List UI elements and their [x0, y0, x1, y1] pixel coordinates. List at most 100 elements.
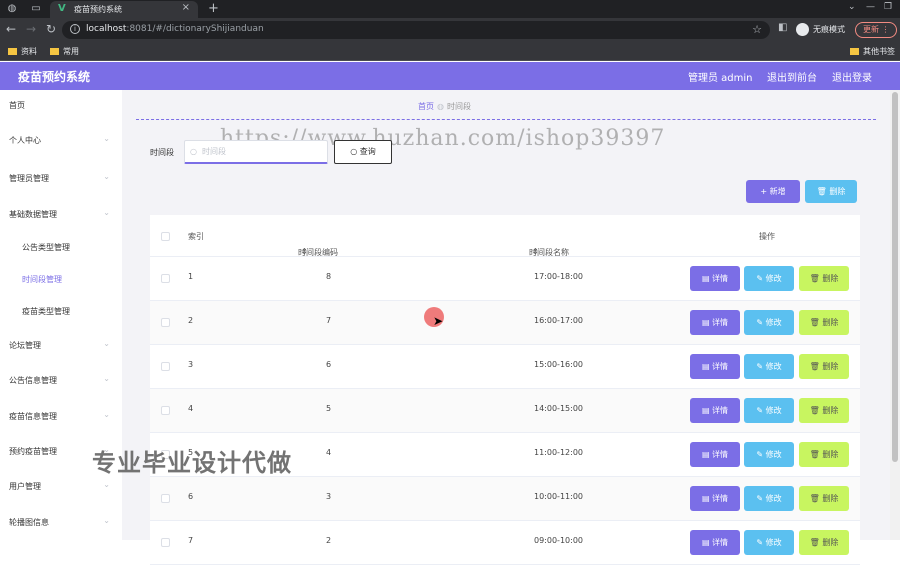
- sidebar-item-label: 公告类型管理: [22, 243, 70, 252]
- cell-name: 11:00-12:00: [534, 448, 583, 457]
- detail-button[interactable]: ▤ 详情: [690, 530, 740, 555]
- table-row[interactable]: 6 3 10:00-11:00 ▤ 详情 ✎ 修改 🗑 删除: [150, 477, 860, 521]
- cell-code: 6: [326, 360, 332, 369]
- edit-button[interactable]: ✎ 修改: [744, 398, 794, 423]
- delete-button[interactable]: 🗑 删除: [799, 354, 849, 379]
- row-checkbox[interactable]: [161, 538, 170, 547]
- folder-icon: [50, 48, 59, 55]
- sidebar-item-label: 预约疫苗管理: [9, 447, 57, 456]
- page-scrollbar[interactable]: [890, 90, 900, 540]
- scrollbar-thumb[interactable]: [892, 92, 898, 462]
- edit-button[interactable]: ✎ 修改: [744, 310, 794, 335]
- other-bookmarks[interactable]: 其他书签: [850, 46, 895, 57]
- restore-icon[interactable]: ❐: [884, 2, 892, 12]
- cell-name: 16:00-17:00: [534, 316, 583, 325]
- row-checkbox[interactable]: [161, 362, 170, 371]
- search-input[interactable]: [184, 140, 328, 164]
- sidebar-item[interactable]: 公告类型管理: [0, 237, 122, 257]
- bookmark-folder-0[interactable]: 资料: [8, 46, 37, 57]
- sidebar-item[interactable]: 管理员管理 ⌄: [0, 168, 122, 188]
- pencil-icon: ✎: [756, 494, 766, 503]
- delete-button[interactable]: 🗑 删除: [799, 266, 849, 291]
- table-row[interactable]: 3 6 15:00-16:00 ▤ 详情 ✎ 修改 🗑 删除: [150, 345, 860, 389]
- sort-icon[interactable]: ⇕: [532, 247, 539, 256]
- table-row[interactable]: 1 8 17:00-18:00 ▤ 详情 ✎ 修改 🗑 删除: [150, 257, 860, 301]
- site-info-icon[interactable]: i: [70, 24, 80, 34]
- tab-search-icon[interactable]: ▭: [30, 3, 42, 15]
- edit-button[interactable]: ✎ 修改: [744, 530, 794, 555]
- delete-button[interactable]: 🗑 删除: [799, 530, 849, 555]
- document-icon: ▤: [701, 362, 713, 371]
- sidebar-item[interactable]: 个人中心 ⌄: [0, 130, 122, 150]
- table-row[interactable]: 2 7 16:00-17:00 ▤ 详情 ✎ 修改 🗑 删除: [150, 301, 860, 345]
- chevron-down-icon: ⌄: [103, 410, 110, 419]
- sidebar-item[interactable]: 时间段管理: [0, 269, 122, 289]
- trash-icon: 🗑: [816, 187, 830, 196]
- sidebar-item[interactable]: 首页: [0, 95, 122, 115]
- select-all-checkbox[interactable]: [161, 232, 170, 241]
- trash-icon: 🗑: [809, 318, 823, 327]
- row-checkbox[interactable]: [161, 406, 170, 415]
- delete-button[interactable]: 🗑 删除: [799, 486, 849, 511]
- search-icon: ○: [350, 147, 360, 156]
- pencil-icon: ✎: [756, 538, 766, 547]
- sidebar-item-label: 轮播图信息: [9, 518, 49, 527]
- trash-icon: 🗑: [809, 538, 823, 547]
- address-bar[interactable]: i localhost:8081/#/dictionaryShijianduan…: [62, 21, 770, 39]
- batch-delete-button[interactable]: 🗑 删除: [805, 180, 857, 203]
- divider: [136, 119, 876, 120]
- detail-button[interactable]: ▤ 详情: [690, 398, 740, 423]
- chevron-down-icon: ⌄: [103, 516, 110, 525]
- breadcrumb-home[interactable]: 首页: [418, 102, 434, 111]
- logout-link[interactable]: 退出登录: [832, 69, 872, 84]
- delete-button[interactable]: 🗑 删除: [799, 442, 849, 467]
- sidebar-item[interactable]: 用户管理 ⌄: [0, 476, 122, 496]
- bookmark-star-icon[interactable]: ☆: [752, 23, 762, 36]
- chevron-down-icon[interactable]: ⌄: [848, 2, 856, 12]
- cell-code: 4: [326, 448, 332, 457]
- exit-to-frontend-link[interactable]: 退出到前台: [767, 69, 817, 84]
- sidebar-item[interactable]: 轮播图信息 ⌄: [0, 512, 122, 532]
- cell-index: 2: [188, 316, 194, 325]
- close-tab-icon[interactable]: ×: [182, 2, 190, 13]
- incognito-avatar-icon[interactable]: [796, 23, 809, 36]
- reload-icon[interactable]: ↻: [46, 22, 56, 36]
- browser-tab[interactable]: V 疫苗预约系统 ×: [50, 1, 198, 18]
- sidebar-item[interactable]: 基础数据管理 ⌄: [0, 204, 122, 224]
- table-row[interactable]: 4 5 14:00-15:00 ▤ 详情 ✎ 修改 🗑 删除: [150, 389, 860, 433]
- table-row[interactable]: 7 2 09:00-10:00 ▤ 详情 ✎ 修改 🗑 删除: [150, 521, 860, 565]
- cell-index: 3: [188, 360, 194, 369]
- back-icon[interactable]: ←: [6, 22, 16, 36]
- side-panel-icon[interactable]: ◧: [778, 22, 787, 33]
- sidebar-item[interactable]: 论坛管理 ⌄: [0, 335, 122, 355]
- detail-button[interactable]: ▤ 详情: [690, 354, 740, 379]
- bookmark-folder-1[interactable]: 常用: [50, 46, 79, 57]
- row-checkbox[interactable]: [161, 274, 170, 283]
- detail-button[interactable]: ▤ 详情: [690, 486, 740, 511]
- detail-button[interactable]: ▤ 详情: [690, 442, 740, 467]
- sidebar-item[interactable]: 公告信息管理 ⌄: [0, 370, 122, 390]
- sort-icon[interactable]: ⇕: [301, 247, 308, 256]
- new-tab-icon[interactable]: +: [208, 1, 219, 16]
- detail-button[interactable]: ▤ 详情: [690, 266, 740, 291]
- sidebar-item[interactable]: 疫苗信息管理 ⌄: [0, 406, 122, 426]
- minimize-icon[interactable]: —: [866, 2, 875, 12]
- query-button[interactable]: ○ 查询: [334, 140, 392, 164]
- forward-icon[interactable]: →: [26, 22, 36, 36]
- edit-button[interactable]: ✎ 修改: [744, 442, 794, 467]
- update-button[interactable]: 更新 ⋮: [855, 22, 897, 38]
- sidebar-item-label: 疫苗信息管理: [9, 412, 57, 421]
- add-button[interactable]: + 新增: [746, 180, 800, 203]
- browser-menu-icon[interactable]: ◍: [6, 3, 18, 15]
- header-index: 索引: [188, 232, 204, 241]
- cell-name: 10:00-11:00: [534, 492, 583, 501]
- delete-button[interactable]: 🗑 删除: [799, 310, 849, 335]
- row-checkbox[interactable]: [161, 494, 170, 503]
- sidebar-item[interactable]: 疫苗类型管理: [0, 301, 122, 321]
- edit-button[interactable]: ✎ 修改: [744, 266, 794, 291]
- edit-button[interactable]: ✎ 修改: [744, 486, 794, 511]
- edit-button[interactable]: ✎ 修改: [744, 354, 794, 379]
- detail-button[interactable]: ▤ 详情: [690, 310, 740, 335]
- delete-button[interactable]: 🗑 删除: [799, 398, 849, 423]
- row-checkbox[interactable]: [161, 318, 170, 327]
